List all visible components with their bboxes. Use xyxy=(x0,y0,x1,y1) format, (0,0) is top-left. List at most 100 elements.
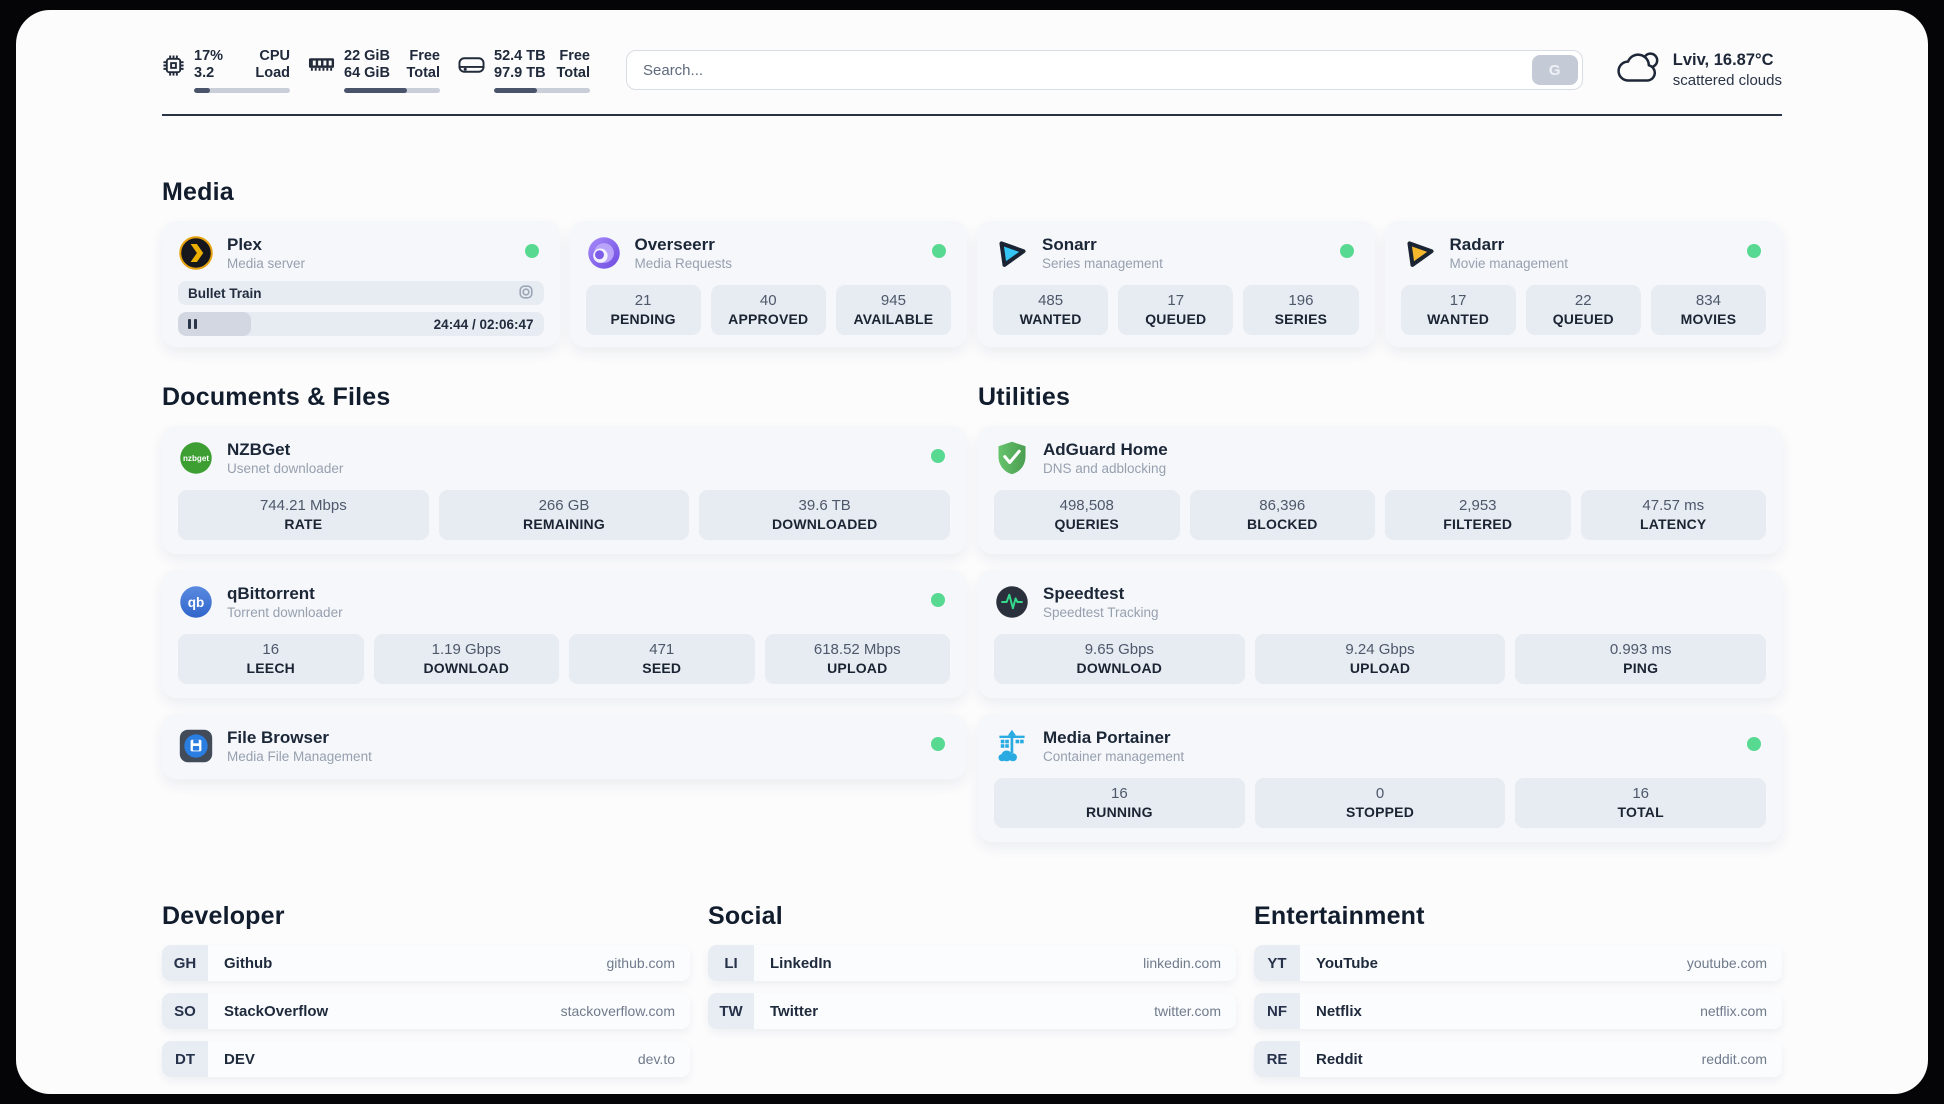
stat-value: 2,953 xyxy=(1458,497,1497,514)
app-card-nzbget[interactable]: nzbget NZBGet Usenet downloader 744.21 M… xyxy=(162,426,966,554)
stat-tile: 16 RUNNING xyxy=(994,778,1245,828)
stat-label: UPLOAD xyxy=(827,660,888,676)
stat-tile: 39.6 TB DOWNLOADED xyxy=(699,490,951,540)
app-card-sonarr[interactable]: Sonarr Series management 485 WANTED 17 Q… xyxy=(977,221,1375,347)
social-section-title: Social xyxy=(708,902,783,930)
stat-label: SEED xyxy=(642,660,682,676)
now-playing-row: Bullet Train xyxy=(178,281,544,305)
stat-value: 47.57 ms xyxy=(1642,497,1705,514)
stat-value: 0 xyxy=(1375,785,1385,802)
app-name: Speedtest xyxy=(1043,584,1125,603)
bookmark-linkedin[interactable]: LI LinkedIn linkedin.com xyxy=(708,945,1236,981)
stat-label: LEECH xyxy=(246,660,295,676)
documents-section-title: Documents & Files xyxy=(162,383,391,411)
bookmark-abbr: RE xyxy=(1254,1041,1300,1077)
stat-label: FILTERED xyxy=(1443,516,1513,532)
section-documents: Documents & Files nzbget NZBGet Usenet d… xyxy=(162,383,966,842)
bookmark-dev[interactable]: DT DEV dev.to xyxy=(162,1041,690,1077)
session-device-icon xyxy=(518,284,534,303)
media-section-title: Media xyxy=(162,178,234,206)
stat-value: 17 xyxy=(1167,292,1185,309)
status-online-dot xyxy=(932,244,946,258)
weather-location-temp: Lviv, 16.87°C xyxy=(1672,51,1774,69)
bookmark-abbr: NF xyxy=(1254,993,1300,1029)
app-subtitle: Speedtest Tracking xyxy=(1043,605,1159,620)
entertainment-section-title: Entertainment xyxy=(1254,902,1425,930)
app-card-adguard[interactable]: AdGuard Home DNS and adblocking 498,508 … xyxy=(978,426,1782,554)
stat-tile: 16 TOTAL xyxy=(1515,778,1767,828)
bookmark-name: YouTube xyxy=(1316,954,1378,972)
status-online-dot xyxy=(1747,244,1761,258)
bookmark-youtube[interactable]: YT YouTube youtube.com xyxy=(1254,945,1782,981)
stat-value: 196 xyxy=(1288,292,1314,309)
disk-progress-fill xyxy=(494,87,538,93)
status-online-dot xyxy=(1339,244,1354,258)
bookmark-netflix[interactable]: NF Netflix netflix.com xyxy=(1254,993,1782,1029)
app-card-radarr[interactable]: Radarr Movie management 17 WANTED 22 QUE… xyxy=(1384,221,1782,347)
status-online-dot xyxy=(1747,737,1761,751)
bookmark-url: linkedin.com xyxy=(1143,955,1221,971)
screen-frame: 17% 3.2 CPU Load 22 GiB 64 GiB Free Tota… xyxy=(0,0,1944,1104)
stat-tile: 9.65 Gbps DOWNLOAD xyxy=(994,634,1245,684)
stat-label: STOPPED xyxy=(1345,804,1415,820)
stat-label: REMAINING xyxy=(523,516,605,532)
app-card-speedtest[interactable]: Speedtest Speedtest Tracking 9.65 Gbps D… xyxy=(978,570,1782,698)
search-provider-button[interactable]: G xyxy=(1531,55,1578,85)
stat-tile: 498,508 QUERIES xyxy=(994,490,1180,540)
pause-button[interactable] xyxy=(188,319,197,329)
stat-label: QUEUED xyxy=(1552,311,1614,327)
stat-label: QUEUED xyxy=(1145,311,1207,327)
stat-label: BLOCKED xyxy=(1246,516,1318,532)
stat-value: 0.993 ms xyxy=(1609,641,1672,658)
stat-tile: 196 SERIES xyxy=(1243,285,1359,335)
stat-value: 945 xyxy=(880,292,906,309)
app-card-overseerr[interactable]: Overseerr Media Requests 21 PENDING 40 A… xyxy=(569,221,967,347)
stat-tile: 471 SEED xyxy=(569,634,755,684)
bookmark-reddit[interactable]: RE Reddit reddit.com xyxy=(1254,1041,1782,1077)
stat-value: 16 xyxy=(1110,785,1128,802)
bookmark-name: Twitter xyxy=(770,1002,819,1020)
metric-disk: 52.4 TB 97.9 TB Free Total xyxy=(458,48,590,93)
stat-label: TOTAL xyxy=(1617,804,1664,820)
status-online-dot xyxy=(931,593,945,607)
stat-label: LATENCY xyxy=(1640,516,1707,532)
memory-free-label: Free xyxy=(409,47,440,64)
app-name: Radarr xyxy=(1449,235,1505,254)
stat-label: QUERIES xyxy=(1054,516,1119,532)
bookmark-url: github.com xyxy=(606,955,675,971)
stat-value: 471 xyxy=(649,641,675,658)
stat-label: PING xyxy=(1623,660,1659,676)
app-card-filebrowser[interactable]: File Browser Media File Management xyxy=(162,714,966,779)
memory-total-value: 64 GiB xyxy=(344,64,390,81)
svg-text:qb: qb xyxy=(188,595,205,610)
search-bar: G xyxy=(626,50,1583,90)
bookmark-name: Reddit xyxy=(1316,1050,1363,1068)
bookmark-stackoverflow[interactable]: SO StackOverflow stackoverflow.com xyxy=(162,993,690,1029)
plex-icon xyxy=(178,235,214,271)
filebrowser-icon xyxy=(178,728,214,764)
bookmark-abbr: GH xyxy=(162,945,208,981)
stat-label: DOWNLOAD xyxy=(1076,660,1163,676)
stat-tile: 945 AVAILABLE xyxy=(835,285,952,335)
bookmark-twitter[interactable]: TW Twitter twitter.com xyxy=(708,993,1236,1029)
bookmark-github[interactable]: GH Github github.com xyxy=(162,945,690,981)
overseerr-icon xyxy=(586,235,622,271)
stat-label: DOWNLOAD xyxy=(423,660,510,676)
search-input[interactable] xyxy=(626,50,1583,90)
stat-tile: 17 QUEUED xyxy=(1118,285,1234,335)
stat-value: 21 xyxy=(634,292,652,309)
cpu-load-value: 3.2 xyxy=(194,64,215,81)
stat-label: SERIES xyxy=(1274,311,1328,327)
stat-tile: 266 GB REMAINING xyxy=(438,490,690,540)
stat-value: 834 xyxy=(1695,292,1721,309)
stat-value: 39.6 TB xyxy=(798,497,851,514)
app-card-plex[interactable]: Plex Media server Bullet Train 24:44 / 0… xyxy=(162,221,560,347)
app-card-qbittorrent[interactable]: qb qBittorrent Torrent downloader 16 LEE… xyxy=(162,570,966,698)
memory-total-label: Total xyxy=(406,64,440,81)
stat-value: 485 xyxy=(1038,292,1064,309)
section-utilities: Utilities AdGuard Home DNS and adblockin… xyxy=(978,383,1782,842)
stat-tile: 40 APPROVED xyxy=(710,285,826,335)
status-online-dot xyxy=(931,737,945,751)
player-row: 24:44 / 02:06:47 xyxy=(178,312,544,336)
app-card-portainer[interactable]: Media Portainer Container management 16 … xyxy=(978,714,1782,842)
